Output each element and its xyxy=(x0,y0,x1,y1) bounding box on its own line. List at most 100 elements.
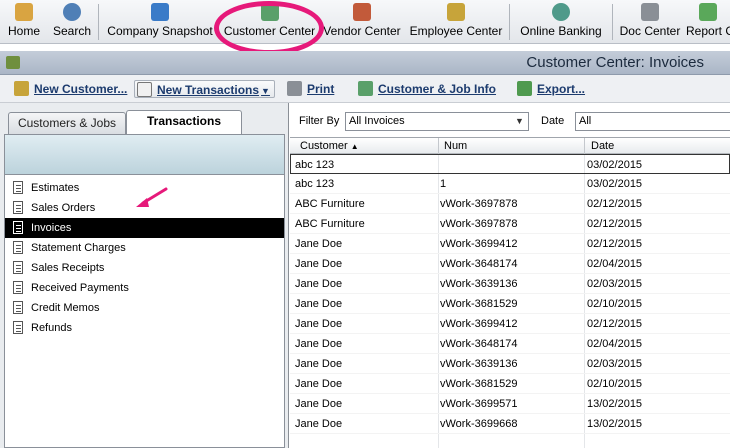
list-item-received-payments[interactable]: Received Payments xyxy=(5,278,284,298)
toolbar: New Customer... New Transactions ▼ Print … xyxy=(0,75,730,103)
doc-center-button[interactable]: Doc Center xyxy=(618,0,682,44)
home-button[interactable]: Home xyxy=(4,0,44,44)
search-button[interactable]: Search xyxy=(51,0,93,44)
column-divider xyxy=(584,138,585,154)
cell-num: vWork-3699571 xyxy=(440,398,518,410)
table-body: abc 123 03/02/2015 abc 123 1 03/02/2015 ABC F… xyxy=(290,154,730,434)
cell-date: 02/12/2015 xyxy=(587,198,643,210)
list-item-sales-orders[interactable]: Sales Orders xyxy=(5,198,284,218)
invoices-pane: Filter By All Invoices ▼ Date All Custom… xyxy=(290,103,730,448)
table-row[interactable]: Jane Doe vWork-3639136 02/03/2015 xyxy=(290,274,730,294)
vendor-center-button[interactable]: Vendor Center xyxy=(322,0,402,44)
table-row[interactable]: Jane Doe vWork-3681529 02/10/2015 xyxy=(290,374,730,394)
transaction-type-list: Estimates Sales Orders Invoices Statemen… xyxy=(4,175,285,448)
cell-customer: Jane Doe xyxy=(295,238,343,250)
filter-by-label: Filter By xyxy=(299,115,340,127)
new-customer-button[interactable]: New Customer... xyxy=(12,80,127,98)
list-item-refunds[interactable]: Refunds xyxy=(5,318,284,338)
cell-date: 02/12/2015 xyxy=(587,238,643,250)
customer-job-info-button[interactable]: Customer & Job Info xyxy=(356,80,496,98)
cell-date: 02/12/2015 xyxy=(587,218,643,230)
cell-customer: Jane Doe xyxy=(295,338,343,350)
cell-date: 02/12/2015 xyxy=(587,318,643,330)
company-snapshot-button[interactable]: Company Snapshot xyxy=(105,0,215,44)
document-icon xyxy=(13,321,23,334)
cell-num: vWork-3639136 xyxy=(440,278,518,290)
cell-customer: Jane Doe xyxy=(295,258,343,270)
new-transactions-dropdown[interactable]: New Transactions ▼ xyxy=(134,80,275,98)
cell-num: vWork-3699412 xyxy=(440,238,518,250)
cell-customer: Jane Doe xyxy=(295,418,343,430)
invoices-table: Customer ▲ Num Date abc 123 03/02/2015 abc… xyxy=(290,137,730,448)
filter-by-select[interactable]: All Invoices ▼ xyxy=(345,112,529,131)
doc-center-icon xyxy=(641,3,659,21)
document-icon xyxy=(13,201,23,214)
window-title: Customer Center: Invoices xyxy=(526,54,704,71)
column-header-customer[interactable]: Customer ▲ xyxy=(300,140,359,152)
table-row[interactable]: ABC Furniture vWork-3697878 02/12/2015 xyxy=(290,214,730,234)
new-transactions-icon xyxy=(137,82,152,97)
document-icon xyxy=(13,261,23,274)
cell-customer: abc 123 xyxy=(295,178,335,190)
list-item-estimates[interactable]: Estimates xyxy=(5,178,284,198)
list-item-credit-memos[interactable]: Credit Memos xyxy=(5,298,284,318)
table-row[interactable]: abc 123 1 03/02/2015 xyxy=(290,174,730,194)
report-center-icon xyxy=(699,3,717,21)
employee-center-icon xyxy=(447,3,465,21)
date-select[interactable]: All xyxy=(575,112,730,131)
chevron-down-icon: ▼ xyxy=(515,116,524,126)
report-center-button[interactable]: Report C xyxy=(686,0,730,44)
icon-bar: Home Search Company Snapshot Customer Ce… xyxy=(0,0,730,44)
table-row[interactable]: Jane Doe vWork-3699668 13/02/2015 xyxy=(290,414,730,434)
column-header-date[interactable]: Date xyxy=(591,140,614,152)
list-item-statement-charges[interactable]: Statement Charges xyxy=(5,238,284,258)
cell-customer: Jane Doe xyxy=(295,318,343,330)
document-icon xyxy=(13,221,23,234)
excel-icon xyxy=(517,81,532,96)
cell-date: 02/03/2015 xyxy=(587,278,643,290)
cell-customer: abc 123 xyxy=(295,159,335,171)
cell-num: vWork-3697878 xyxy=(440,218,518,230)
customer-center-icon xyxy=(260,3,279,21)
table-row[interactable]: Jane Doe vWork-3648174 02/04/2015 xyxy=(290,254,730,274)
cell-customer: ABC Furniture xyxy=(295,198,365,210)
employee-center-button[interactable]: Employee Center xyxy=(408,0,504,44)
customer-center-button[interactable]: Customer Center xyxy=(222,0,317,44)
cell-customer: Jane Doe xyxy=(295,398,343,410)
filter-bar: Filter By All Invoices ▼ Date All xyxy=(290,111,730,133)
cell-num: vWork-3681529 xyxy=(440,298,518,310)
cell-num: 1 xyxy=(440,178,447,190)
printer-icon xyxy=(287,81,302,96)
table-row[interactable]: Jane Doe vWork-3639136 02/03/2015 xyxy=(290,354,730,374)
document-icon xyxy=(13,241,23,254)
info-icon xyxy=(358,81,373,96)
tab-customers-jobs[interactable]: Customers & Jobs xyxy=(8,112,126,134)
cell-date: 02/03/2015 xyxy=(587,358,643,370)
table-row[interactable]: abc 123 03/02/2015 xyxy=(290,154,730,174)
list-item-invoices[interactable]: Invoices xyxy=(5,218,284,238)
list-item-sales-receipts[interactable]: Sales Receipts xyxy=(5,258,284,278)
cell-num: vWork-3681529 xyxy=(440,378,518,390)
cell-num: vWork-3648174 xyxy=(440,338,518,350)
cell-customer: Jane Doe xyxy=(295,298,343,310)
cell-num: vWork-3699668 xyxy=(440,418,518,430)
export-button[interactable]: Export... xyxy=(515,80,585,98)
document-icon xyxy=(13,301,23,314)
cell-customer: ABC Furniture xyxy=(295,218,365,230)
online-banking-button[interactable]: Online Banking xyxy=(516,0,606,44)
transactions-header-panel xyxy=(4,134,285,175)
table-row[interactable]: Jane Doe vWork-3648174 02/04/2015 xyxy=(290,334,730,354)
table-row[interactable]: ABC Furniture vWork-3697878 02/12/2015 xyxy=(290,194,730,214)
tab-transactions[interactable]: Transactions xyxy=(126,110,242,135)
cell-num: vWork-3699412 xyxy=(440,318,518,330)
table-row[interactable]: Jane Doe vWork-3699571 13/02/2015 xyxy=(290,394,730,414)
table-row[interactable]: Jane Doe vWork-3699412 02/12/2015 xyxy=(290,314,730,334)
table-row[interactable]: Jane Doe vWork-3681529 02/10/2015 xyxy=(290,294,730,314)
cell-date: 03/02/2015 xyxy=(587,159,643,171)
table-row[interactable]: Jane Doe vWork-3699412 02/12/2015 xyxy=(290,234,730,254)
print-button[interactable]: Print xyxy=(285,80,334,98)
window-title-bar: Customer Center: Invoices xyxy=(0,51,730,75)
company-snapshot-icon xyxy=(151,3,169,21)
cell-date: 13/02/2015 xyxy=(587,398,643,410)
column-header-num[interactable]: Num xyxy=(444,140,467,152)
